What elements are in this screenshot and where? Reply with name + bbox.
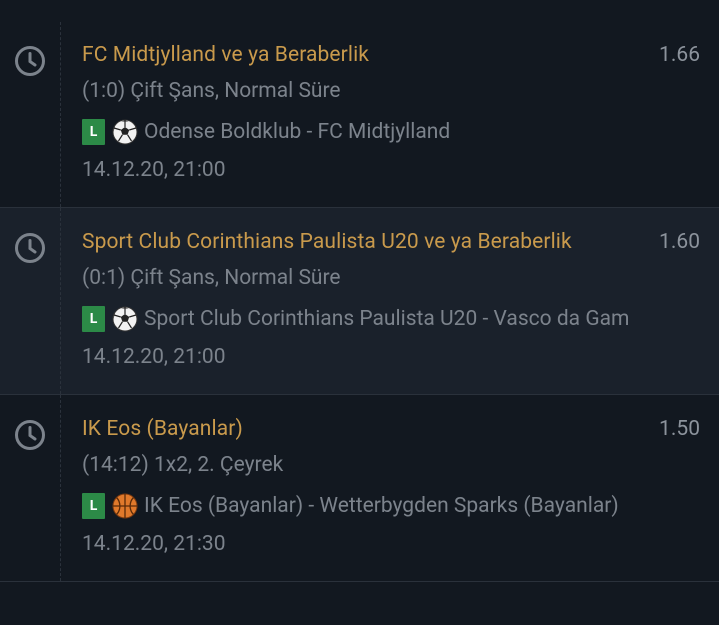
clock-icon <box>15 46 45 76</box>
event-name: IK Eos (Bayanlar) - Wetterbygden Sparks … <box>144 494 619 518</box>
bet-title: Sport Club Corinthians Paulista U20 ve y… <box>82 230 572 254</box>
bet-item[interactable]: IK Eos (Bayanlar) 1.50 (14:12) 1x2, 2. Ç… <box>0 395 719 582</box>
live-badge: L <box>82 119 105 145</box>
bet-market: (14:12) 1x2, 2. Çeyrek <box>82 453 284 477</box>
bet-item[interactable]: FC Midtjylland ve ya Beraberlik 1.66 (1:… <box>0 0 719 208</box>
bet-market: (1:0) Çift Şans, Normal Süre <box>82 79 341 103</box>
soccer-ball-icon <box>112 119 138 145</box>
event-name: Sport Club Corinthians Paulista U20 - Va… <box>144 307 630 331</box>
bet-item[interactable]: Sport Club Corinthians Paulista U20 ve y… <box>0 208 719 395</box>
basketball-icon <box>112 493 138 519</box>
clock-icon <box>15 233 45 263</box>
bet-odds: 1.50 <box>659 417 700 441</box>
soccer-ball-icon <box>112 306 138 332</box>
bet-date: 14.12.20, 21:00 <box>82 158 226 182</box>
divider <box>60 395 61 581</box>
clock-icon <box>15 420 45 450</box>
event-name: Odense Boldklub - FC Midtjylland <box>144 120 451 144</box>
bet-event: L Odense Boldklub - FC Midtjylland <box>82 118 702 146</box>
bet-date: 14.12.20, 21:30 <box>82 532 226 556</box>
divider <box>60 22 61 207</box>
divider <box>60 208 61 394</box>
bet-title: IK Eos (Bayanlar) <box>82 417 243 441</box>
bet-date: 14.12.20, 21:00 <box>82 345 226 369</box>
bet-odds: 1.60 <box>659 230 700 254</box>
bet-event: L Sport Club Corinthians Paulista U20 - … <box>82 305 702 333</box>
bet-title: FC Midtjylland ve ya Beraberlik <box>82 43 370 67</box>
bet-market: (0:1) Çift Şans, Normal Süre <box>82 266 341 290</box>
live-badge: L <box>82 493 105 519</box>
live-badge: L <box>82 306 105 332</box>
bet-event: L IK Eos (Bayanlar) - Wetterbygden Spark… <box>82 492 702 520</box>
bet-odds: 1.66 <box>659 43 700 67</box>
